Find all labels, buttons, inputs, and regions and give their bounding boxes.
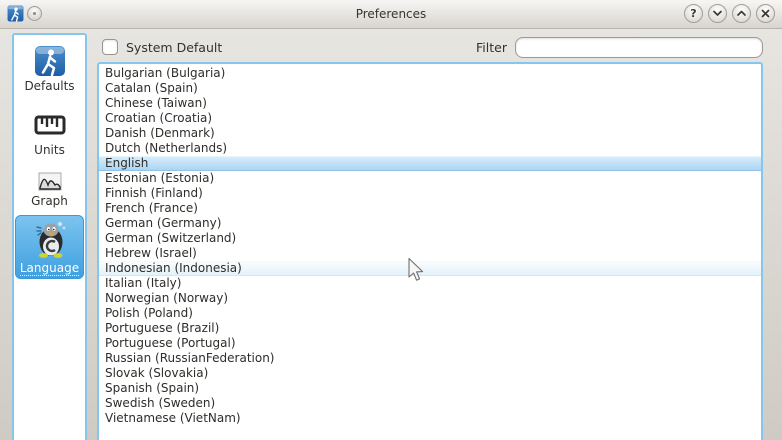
list-item[interactable]: Portuguese (Brazil): [99, 321, 761, 336]
list-item[interactable]: Portuguese (Portugal): [99, 336, 761, 351]
list-item[interactable]: Estonian (Estonia): [99, 171, 761, 186]
penguin-icon: [30, 219, 70, 259]
close-icon: [760, 8, 771, 19]
list-item[interactable]: Dutch (Netherlands): [99, 141, 761, 156]
list-item[interactable]: Hebrew (Israel): [99, 246, 761, 261]
list-item[interactable]: Russian (RussianFederation): [99, 351, 761, 366]
language-list: Bulgarian (Bulgaria) Catalan (Spain) Chi…: [97, 62, 763, 440]
sidebar-item-language[interactable]: Language: [15, 215, 84, 279]
list-item[interactable]: German (Switzerland): [99, 231, 761, 246]
list-item[interactable]: Chinese (Taiwan): [99, 96, 761, 111]
list-item[interactable]: Slovak (Slovakia): [99, 366, 761, 381]
filter-label: Filter: [476, 40, 507, 55]
help-button[interactable]: ?: [684, 4, 703, 23]
close-button[interactable]: [756, 4, 775, 23]
list-item-selected[interactable]: English: [99, 156, 761, 171]
dialog-content: Defaults Units Graph: [0, 29, 782, 440]
list-item[interactable]: Polish (Poland): [99, 306, 761, 321]
filter-group: Filter: [476, 37, 763, 58]
list-item[interactable]: French (France): [99, 201, 761, 216]
chevron-up-icon: [736, 8, 747, 19]
titlebar[interactable]: Preferences ?: [0, 0, 782, 29]
list-item[interactable]: Vietnamese (VietNam): [99, 411, 761, 426]
list-item[interactable]: Bulgarian (Bulgaria): [99, 66, 761, 81]
sidebar-item-units[interactable]: Units: [15, 101, 84, 165]
list-item[interactable]: Spanish (Spain): [99, 381, 761, 396]
chevron-down-icon: [712, 8, 723, 19]
preferences-window: Preferences ? Defaults: [0, 0, 782, 440]
hiker-icon: [34, 45, 66, 77]
filter-input[interactable]: [515, 37, 763, 58]
list-item[interactable]: Italian (Italy): [99, 276, 761, 291]
list-item[interactable]: Croatian (Croatia): [99, 111, 761, 126]
shade-down-button[interactable]: [708, 4, 727, 23]
list-item[interactable]: Finnish (Finland): [99, 186, 761, 201]
area-chart-icon: [38, 172, 62, 192]
list-item[interactable]: Swedish (Sweden): [99, 396, 761, 411]
sidebar-item-label: Defaults: [24, 80, 74, 93]
sidebar-item-graph[interactable]: Graph: [15, 165, 84, 215]
sidebar-item-label: Language: [20, 262, 79, 276]
list-item[interactable]: Norwegian (Norway): [99, 291, 761, 306]
options-row: System Default Filter: [97, 33, 763, 61]
list-item-hovered[interactable]: Indonesian (Indonesia): [99, 261, 761, 276]
system-default-label: System Default: [126, 40, 222, 55]
list-item[interactable]: German (Germany): [99, 216, 761, 231]
sidebar-item-defaults[interactable]: Defaults: [15, 37, 84, 101]
sidebar-item-label: Units: [34, 144, 65, 157]
list-item[interactable]: Catalan (Spain): [99, 81, 761, 96]
ruler-icon: [33, 109, 67, 141]
shade-up-button[interactable]: [732, 4, 751, 23]
window-title: Preferences: [0, 0, 782, 28]
sidebar-item-label: Graph: [31, 195, 68, 208]
question-mark-icon: ?: [690, 8, 696, 19]
sidebar: Defaults Units Graph: [12, 33, 87, 440]
system-default-checkbox[interactable]: [102, 39, 118, 55]
list-item[interactable]: Danish (Denmark): [99, 126, 761, 141]
